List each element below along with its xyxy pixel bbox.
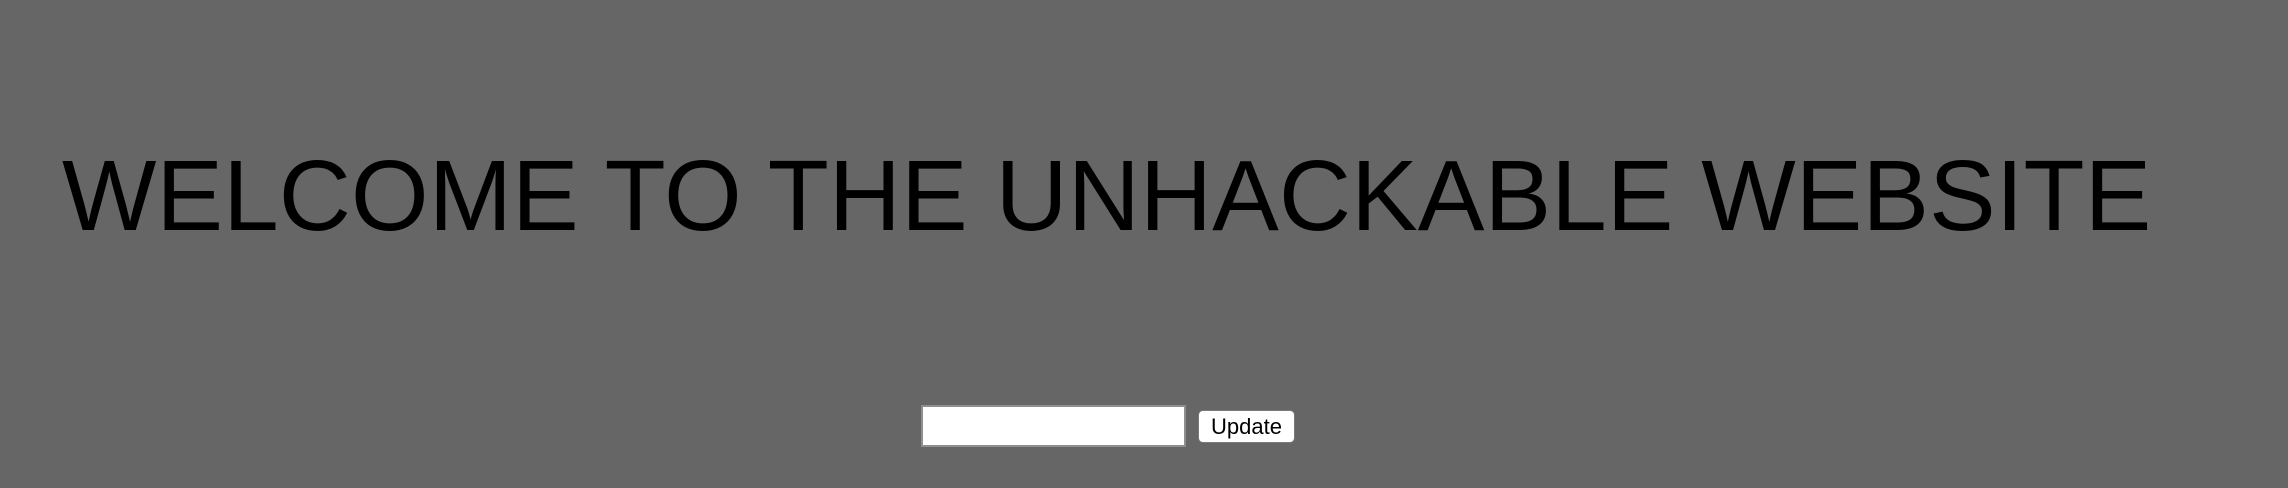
update-button[interactable]: Update xyxy=(1198,409,1295,443)
text-input[interactable] xyxy=(921,405,1186,447)
update-form: Update xyxy=(921,404,1295,448)
page-root: WELCOME TO THE UNHACKABLE WEBSITE Update xyxy=(0,0,2288,488)
page-title: WELCOME TO THE UNHACKABLE WEBSITE xyxy=(62,140,2152,252)
